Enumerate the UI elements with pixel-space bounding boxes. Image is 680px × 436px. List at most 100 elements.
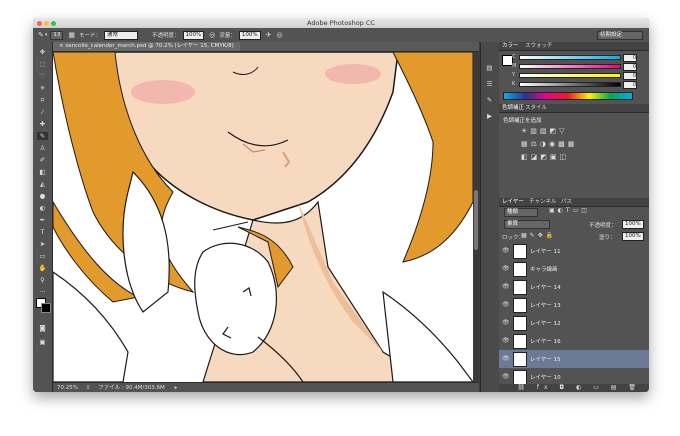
fill-label: 塗り： xyxy=(599,235,616,241)
brush-preset-icon[interactable]: ✎ xyxy=(484,96,495,104)
color-tab[interactable]: カラー xyxy=(502,42,519,50)
healing-tool-icon[interactable]: ✚ xyxy=(37,120,48,128)
status-menu-arrow-icon[interactable]: ▸ xyxy=(175,385,178,391)
zoom-tool-icon[interactable]: ⚲ xyxy=(37,276,48,284)
layer-row[interactable]: 👁 レイヤー 12 xyxy=(499,314,649,333)
adjustment-icons-row-2[interactable]: ▦⚖◑◉▩▦ xyxy=(521,140,577,148)
opacity-label: 不透明度： xyxy=(152,33,180,39)
magenta-value[interactable]: 0 xyxy=(623,63,637,71)
document-tab[interactable]: × sencolle_calender_march.psd @ 70.2% (レ… xyxy=(53,42,240,51)
cyan-value[interactable]: 0 xyxy=(623,54,637,62)
actions-panel-icon[interactable]: ▶ xyxy=(484,112,495,120)
close-window-button[interactable] xyxy=(37,20,42,26)
layer-row[interactable]: 👁 キャラ線画 xyxy=(499,260,649,279)
yellow-value[interactable]: 0 xyxy=(623,72,637,80)
flow-field[interactable]: 100% xyxy=(238,30,261,40)
more-tools-icon[interactable]: … xyxy=(37,286,48,294)
chevron-down-icon[interactable]: ▾ xyxy=(45,32,48,38)
zoom-window-button[interactable] xyxy=(51,20,56,26)
export-icon[interactable]: ⇪ xyxy=(86,385,91,391)
adjustment-icons-row-1[interactable]: ☀▥▨◩▽ xyxy=(521,127,568,135)
mode-select[interactable]: 通常 xyxy=(104,30,139,40)
magic-wand-icon[interactable]: ✳ xyxy=(37,84,48,92)
layer-panel-actions-icons[interactable]: ⛓ fx ◘ ◐ ▭ ▤ 🗑 xyxy=(517,384,641,391)
layers-tab[interactable]: レイヤー xyxy=(502,198,524,206)
minimize-window-button[interactable] xyxy=(44,20,49,26)
fill-field[interactable]: 100% xyxy=(622,232,644,241)
blur-tool-icon[interactable]: ● xyxy=(37,192,48,200)
visibility-eye-icon[interactable]: 👁 xyxy=(502,301,510,308)
pressure-opacity-icon[interactable]: ◎ xyxy=(209,31,215,39)
layer-filter-select[interactable]: 種類 xyxy=(504,208,538,217)
yellow-slider[interactable] xyxy=(519,73,621,78)
crop-tool-icon[interactable]: ⌗ xyxy=(37,96,48,104)
workspace-select[interactable]: 初期設定 xyxy=(597,30,643,40)
brush-tool-icon[interactable]: ✎ xyxy=(37,132,48,140)
cyan-slider[interactable] xyxy=(519,55,621,60)
layer-thumbnail xyxy=(513,280,527,295)
black-value[interactable]: 0 xyxy=(623,81,637,89)
history-panel-icon[interactable]: ▤ xyxy=(484,64,495,72)
shape-tool-icon[interactable]: ▭ xyxy=(37,252,48,260)
hand-tool-icon[interactable]: ✋ xyxy=(37,264,48,272)
zoom-level[interactable]: 70.25% xyxy=(57,385,78,391)
brush-panel-icon[interactable]: ▦ xyxy=(68,31,75,39)
styles-tab[interactable]: スタイル xyxy=(525,104,547,112)
eyedropper-tool-icon[interactable]: ⁄ xyxy=(37,108,48,116)
visibility-eye-icon[interactable]: 👁 xyxy=(502,319,510,326)
paths-tab[interactable]: パス xyxy=(561,198,572,206)
history-brush-icon[interactable]: ✐ xyxy=(37,156,48,164)
visibility-eye-icon[interactable]: 👁 xyxy=(502,265,510,272)
lasso-tool-icon[interactable]: ➰ xyxy=(37,72,48,80)
layer-name: レイヤー 15 xyxy=(530,357,561,363)
scrollbar-thumb[interactable] xyxy=(474,190,478,250)
screen-mode-icon[interactable]: ▣ xyxy=(37,338,48,346)
bucket-tool-icon[interactable]: ◭ xyxy=(37,180,48,188)
layer-row[interactable]: 👁 レイヤー 16 xyxy=(499,332,649,351)
layer-thumbnail xyxy=(513,352,527,367)
quick-mask-icon[interactable]: ◙ xyxy=(37,324,48,332)
dodge-tool-icon[interactable]: ◐ xyxy=(37,204,48,212)
lock-icons[interactable]: ▦✎✥🔒 xyxy=(521,232,556,239)
visibility-eye-icon[interactable]: 👁 xyxy=(502,247,510,254)
opacity-field[interactable]: 100% xyxy=(182,30,205,40)
magenta-label: M xyxy=(512,63,517,69)
type-tool-icon[interactable]: T xyxy=(37,228,48,236)
canvas-vertical-scrollbar[interactable] xyxy=(473,52,479,382)
adjustment-icons-row-3[interactable]: ◧◪◩▣◫ xyxy=(521,153,569,161)
layer-row[interactable]: 👁 レイヤー 11 xyxy=(499,242,649,261)
visibility-eye-icon[interactable]: 👁 xyxy=(502,337,510,344)
visibility-eye-icon[interactable]: 👁 xyxy=(502,283,510,290)
swatches-tab[interactable]: スウォッチ xyxy=(525,42,553,50)
layer-opacity-field[interactable]: 100% xyxy=(622,220,644,229)
properties-panel-icon[interactable]: ☰ xyxy=(484,80,495,88)
background-color-swatch[interactable] xyxy=(41,303,51,313)
cyan-label: C xyxy=(512,54,516,60)
channels-tab[interactable]: チャンネル xyxy=(529,198,556,206)
magenta-slider[interactable] xyxy=(519,64,621,69)
brush-size-field[interactable]: 13 xyxy=(50,30,64,40)
path-select-icon[interactable]: ➤ xyxy=(37,240,48,248)
blend-mode-select[interactable]: 乗算 xyxy=(504,220,550,229)
layer-row[interactable]: 👁 レイヤー 15 xyxy=(499,350,649,369)
brush-tool-icon[interactable]: ✎ xyxy=(38,31,44,39)
visibility-eye-icon[interactable]: 👁 xyxy=(502,373,510,380)
color-spectrum-bar[interactable] xyxy=(503,92,633,100)
black-slider[interactable] xyxy=(519,82,621,87)
pen-tool-icon[interactable]: ✒ xyxy=(37,216,48,224)
layer-filter-icons[interactable]: ▣◐T▭◫ xyxy=(549,207,590,214)
layer-thumbnail xyxy=(513,370,527,385)
visibility-eye-icon[interactable]: 👁 xyxy=(502,355,510,362)
airbrush-icon[interactable]: ✈ xyxy=(266,31,272,39)
marquee-tool-icon[interactable]: ⬚ xyxy=(37,60,48,68)
move-tool-icon[interactable]: ✥ xyxy=(37,48,48,56)
pressure-size-icon[interactable]: ◎ xyxy=(277,31,283,39)
eraser-tool-icon[interactable]: ◧ xyxy=(37,168,48,176)
document-tab-bar: × sencolle_calender_march.psd @ 70.2% (レ… xyxy=(53,42,479,52)
layer-row[interactable]: 👁 レイヤー 14 xyxy=(499,278,649,297)
stamp-tool-icon[interactable]: ♙ xyxy=(37,144,48,152)
layer-row[interactable]: 👁 レイヤー 13 xyxy=(499,296,649,315)
artwork xyxy=(53,52,473,382)
adjustments-tab[interactable]: 色調補正 xyxy=(502,104,524,112)
document-canvas[interactable] xyxy=(53,52,473,382)
